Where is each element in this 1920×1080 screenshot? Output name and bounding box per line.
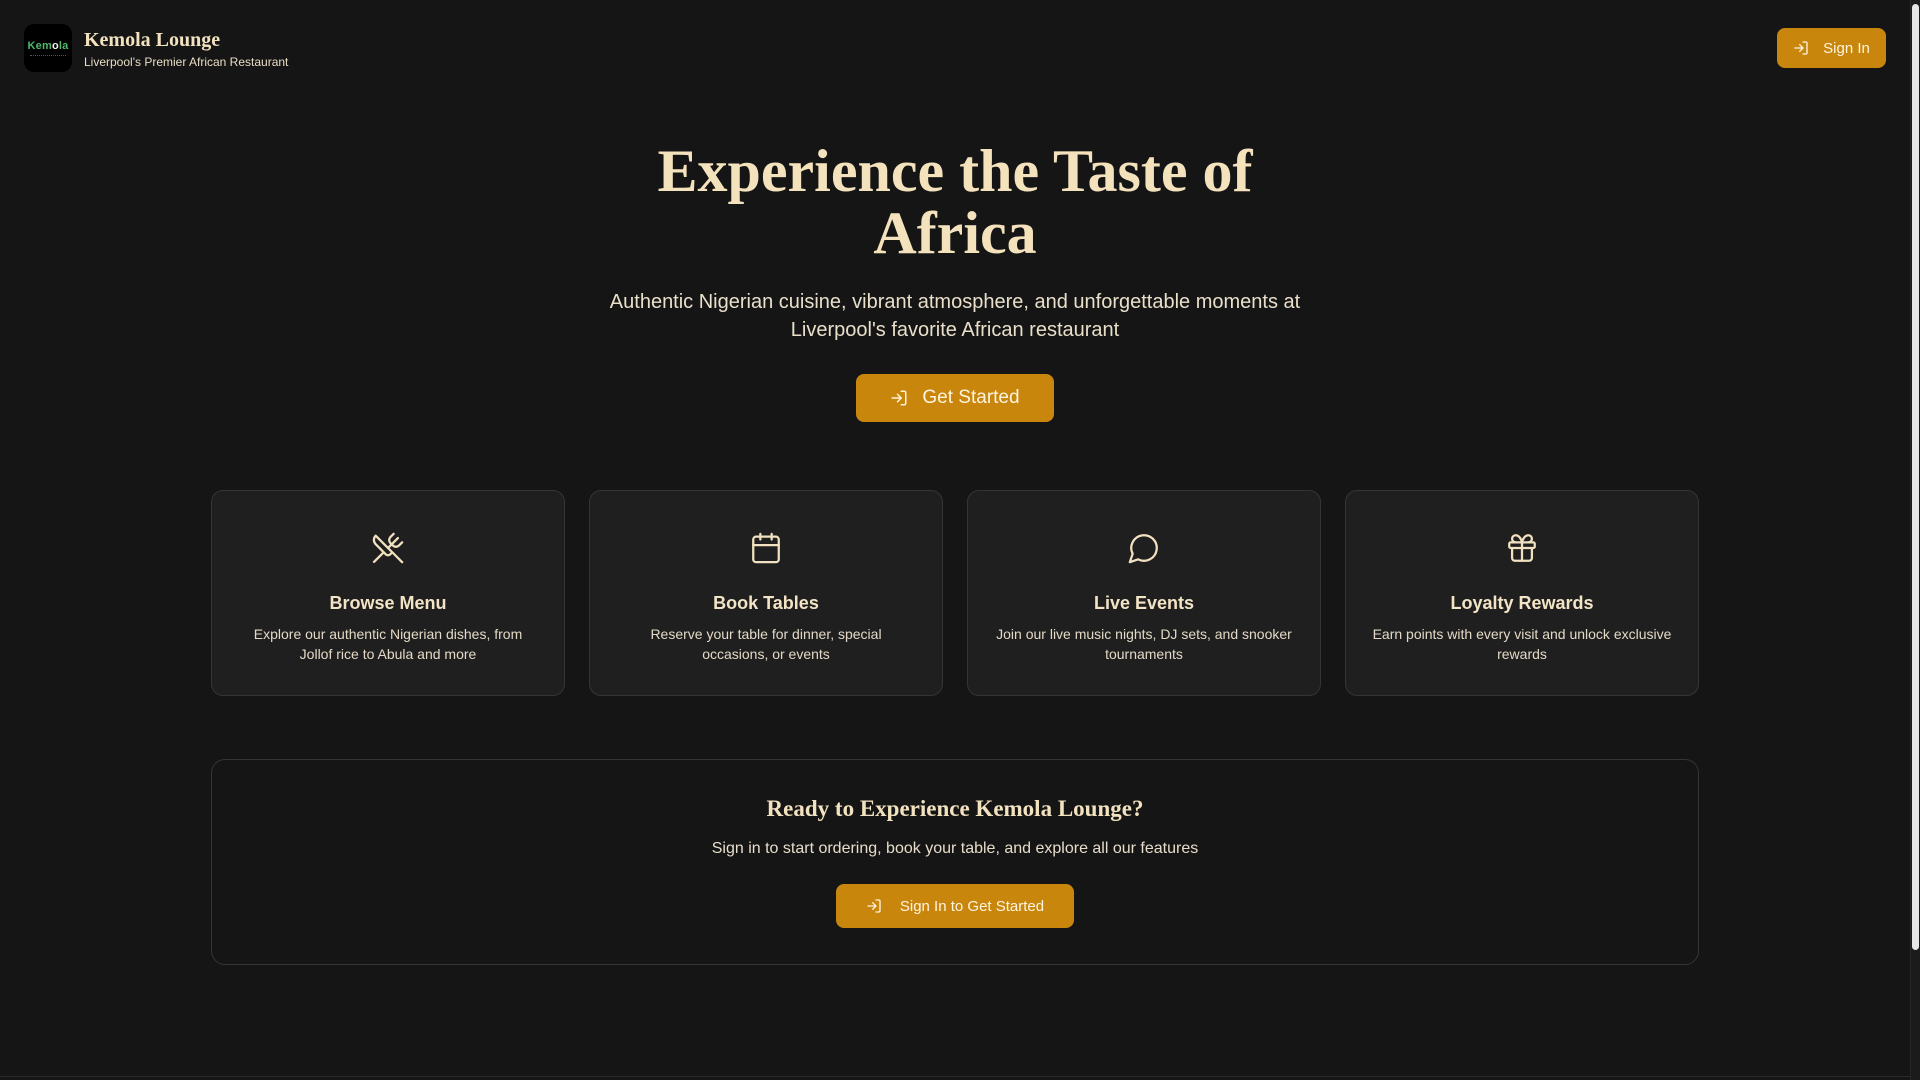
feature-title: Live Events [1093,593,1195,613]
vertical-scrollbar[interactable] [1910,0,1920,1080]
message-circle-icon [1127,531,1161,565]
logo-wordmark: Kemola [28,40,69,52]
feature-title: Loyalty Rewards [1450,593,1594,613]
feature-description: Reserve your table for dinner, special o… [650,626,882,662]
brand[interactable]: Kemola Kemola Lounge Liverpool's Premier… [24,24,288,72]
cta-title: Ready to Experience Kemola Lounge? [766,796,1144,821]
log-in-icon [890,389,908,407]
brand-subtitle: Liverpool's Premier African Restaurant [84,54,289,69]
hero-subtitle: Authentic Nigerian cuisine, vibrant atmo… [609,291,1301,341]
brand-text: Kemola Lounge Liverpool's Premier Africa… [84,28,288,69]
feature-description: Join our live music nights, DJ sets, and… [996,626,1292,662]
feature-card-browse-menu[interactable]: Browse Menu Explore our authentic Nigeri… [211,490,565,696]
cta-panel: Ready to Experience Kemola Lounge? Sign … [211,759,1699,965]
log-in-icon [866,898,882,914]
cta-subtitle: Sign in to start ordering, book your tab… [711,840,1199,857]
hero: Experience the Taste of Africa Authentic… [0,140,1910,422]
site-header: Kemola Kemola Lounge Liverpool's Premier… [0,0,1910,96]
gift-icon [1505,531,1539,565]
feature-card-loyalty-rewards[interactable]: Loyalty Rewards Earn points with every v… [1345,490,1699,696]
sign-in-label: Sign In [1823,39,1870,57]
scrollbar-thumb[interactable] [1912,4,1919,950]
calendar-icon [749,531,783,565]
get-started-label: Get Started [922,387,1020,408]
logo-text-part: o [51,39,59,52]
logo-text-part: Kem [27,39,52,52]
logo-text-part: la [58,39,69,52]
sign-in-to-get-started-button[interactable]: Sign In to Get Started [836,884,1074,928]
feature-title: Browse Menu [329,593,447,613]
logo-tagline-line [30,54,66,57]
page: Kemola Kemola Lounge Liverpool's Premier… [0,0,1920,1080]
brand-title: Kemola Lounge [84,28,221,51]
feature-description: Explore our authentic Nigerian dishes, f… [253,626,523,662]
feature-card-book-tables[interactable]: Book Tables Reserve your table for dinne… [589,490,943,696]
footer-divider [0,1076,1910,1077]
cta-button-label: Sign In to Get Started [899,897,1045,915]
utensils-crossed-icon [371,531,405,565]
feature-card-live-events[interactable]: Live Events Join our live music nights, … [967,490,1321,696]
feature-cards: Browse Menu Explore our authentic Nigeri… [211,490,1699,696]
hero-title: Experience the Taste of Africa [657,138,1253,266]
get-started-button[interactable]: Get Started [856,374,1054,422]
feature-description: Earn points with every visit and unlock … [1372,626,1672,662]
log-in-icon [1793,40,1809,56]
logo: Kemola [24,24,72,72]
feature-title: Book Tables [713,593,819,613]
sign-in-button[interactable]: Sign In [1777,28,1886,68]
